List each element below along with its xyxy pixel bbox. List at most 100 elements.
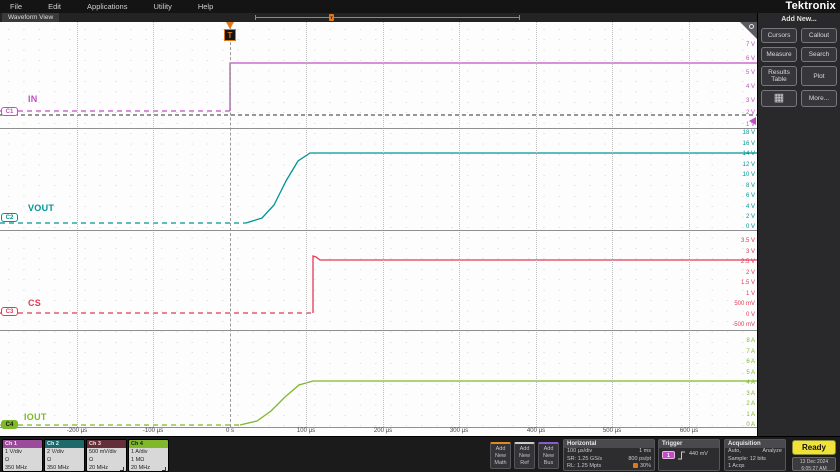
axis-tick-label-cs: 1.5 V — [740, 280, 755, 286]
axis-tick-label-cs: 2 V — [745, 269, 755, 276]
trigger-panel[interactable]: Trigger 1 440 mV — [658, 439, 720, 471]
waveform-trace-c1[interactable] — [229, 62, 757, 111]
time-gridline — [689, 22, 690, 427]
ch2-name: Ch 2 — [45, 440, 84, 448]
time-tick-label: 400 µs — [526, 428, 546, 434]
ch1-bandwidth: 350 MHz — [5, 465, 28, 471]
axis-tick-label-in: 7 V — [745, 42, 755, 48]
sample-rate: SR: 1.25 GS/s — [567, 455, 603, 462]
trigger-position-flag[interactable]: T — [224, 29, 236, 41]
menu-applications[interactable]: Applications — [87, 2, 127, 11]
axis-tick-label-iout: 2 A — [746, 401, 755, 407]
trigger-level-arrow-icon[interactable] — [749, 117, 756, 125]
horizontal-panel[interactable]: Horizontal 100 µs/div 1 ms SR: 1.25 GS/s 8… — [563, 439, 655, 471]
probe-icon — [162, 467, 166, 471]
probe-icon — [120, 467, 124, 471]
time-tick-label: 600 µs — [679, 428, 699, 434]
axis-tick-label-vout: 10 V — [742, 172, 755, 178]
waveform-graticule: -200 µs -100 µs 0 s 100 µs 200 µs 300 µs 400 µ… — [0, 22, 757, 436]
ch4-impedance: 1 MΩ — [131, 457, 145, 463]
search-button[interactable]: Search — [801, 47, 837, 62]
time-tick-label: -100 µs — [142, 428, 164, 434]
menu-help[interactable]: Help — [198, 2, 213, 11]
minimap-left-cap — [255, 15, 256, 20]
measure-button[interactable]: Measure — [761, 47, 797, 62]
waveform-trace-c3[interactable] — [312, 255, 757, 313]
axis-tick-label-vout: 4 V — [745, 203, 755, 210]
horizontal-scale: 100 µs/div — [567, 448, 593, 454]
axis-tick-label-in: 4 V — [745, 84, 755, 90]
tab-waveform-view[interactable]: Waveform View — [2, 13, 60, 22]
time-gridline — [77, 22, 78, 427]
minimap-trigger-marker[interactable]: T — [329, 14, 334, 21]
ch1-scale: 1 V/div — [5, 449, 22, 455]
rising-edge-icon — [678, 451, 686, 464]
trigger-position-arrow-icon — [226, 22, 234, 29]
axis-tick-label-vout: 18 V — [742, 130, 755, 136]
time-tick-label: -200 µs — [66, 428, 88, 434]
axis-tick-label-iout: 1 A — [746, 411, 755, 418]
cursors-button[interactable]: Cursors — [761, 28, 797, 43]
ch2-bandwidth: 350 MHz — [47, 465, 70, 471]
time-tick-label: 500 µs — [602, 428, 622, 434]
axis-tick-label-iout: 7 A — [746, 348, 755, 355]
channel-badge-ch4[interactable]: Ch 4 1 A/div 1 MΩ 20 MHz — [128, 439, 169, 472]
side-panel: Add New... Cursors Callout Measure Searc… — [757, 13, 840, 436]
acquisition-title: Acquisition — [725, 440, 785, 448]
channel-position-badge-c1[interactable]: C1 — [1, 107, 18, 116]
channel-position-badge-c2[interactable]: C2 — [1, 213, 18, 222]
trigger-source-chip: 1 — [662, 451, 675, 459]
time-gridline — [153, 22, 154, 427]
acq-count: 1 Acqs — [728, 463, 745, 469]
add-new-title: Add New... — [781, 16, 817, 23]
axis-tick-label-vout: 12 V — [742, 161, 755, 168]
axis-tick-label-cs: 500 mV — [734, 301, 755, 307]
axis-tick-label-in: 2 V — [745, 110, 755, 116]
add-new-bus-button[interactable]: Add New Bus — [538, 442, 559, 469]
waveform-label-iout: IOUT — [24, 412, 47, 422]
acquisition-panel[interactable]: Acquisition Auto, Analyze Sample: 12 bits… — [724, 439, 786, 471]
plot-button[interactable]: Plot — [801, 66, 837, 86]
time-tick-label: 100 µs — [296, 428, 316, 434]
ch2-scale: 2 V/div — [47, 449, 64, 455]
time-gridline — [612, 22, 613, 427]
add-new-math-button[interactable]: Add New Math — [490, 442, 511, 469]
add-new-ref-button[interactable]: Add New Ref — [514, 442, 535, 469]
axis-tick-label-in: 5 V — [745, 70, 755, 76]
menu-file[interactable]: File — [10, 2, 22, 11]
time-gridline — [306, 22, 307, 427]
waveform-label-vout: VOUT — [28, 203, 55, 213]
qr-code-button[interactable]: ▦ — [761, 90, 797, 107]
callout-button[interactable]: Callout — [801, 28, 837, 43]
axis-tick-label-iout: 0 A — [746, 422, 755, 428]
status-bar: Ch 1 1 V/div Ω 350 MHz Ch 2 2 V/div Ω 35… — [0, 436, 840, 472]
horizontal-title: Horizontal — [564, 440, 654, 448]
menu-edit[interactable]: Edit — [48, 2, 61, 11]
ch1-coupling: Ω — [5, 457, 10, 463]
slice-separator — [0, 330, 757, 331]
channel-position-badge-c3[interactable]: C3 — [1, 307, 18, 316]
menu-utility[interactable]: Utility — [153, 2, 171, 11]
axis-tick-label-cs: -500 mV — [732, 322, 755, 328]
channel-position-badge-c4[interactable]: C4 — [1, 420, 18, 429]
channel-badge-ch3[interactable]: Ch 3 500 mV/div Ω 20 MHz — [86, 439, 127, 472]
results-table-button[interactable]: Results Table — [761, 66, 797, 86]
time-gridline — [459, 22, 460, 427]
axis-tick-label-vout: 2 V — [745, 214, 755, 220]
horizontal-window: 1 ms — [639, 448, 651, 454]
axis-tick-label-vout: 14 V — [742, 151, 755, 157]
waveform-trace-c2[interactable] — [245, 152, 757, 224]
more-button[interactable]: More... — [801, 90, 837, 107]
record-length: RL: 1.25 Mpts — [567, 463, 602, 469]
time-tick-label: 0 s — [225, 428, 235, 434]
waveform-label-in: IN — [28, 94, 38, 104]
time-gridline — [536, 22, 537, 427]
acq-analyze: Analyze — [762, 448, 782, 454]
oscilloscope-screen: File Edit Applications Utility Help Tekt… — [0, 0, 840, 472]
channel-badge-ch2[interactable]: Ch 2 2 V/div Ω 350 MHz — [44, 439, 85, 472]
horizontal-pan-minimap[interactable]: T — [255, 14, 520, 21]
axis-tick-label-iout: 3 A — [746, 390, 755, 397]
waveform-trace-c4[interactable] — [239, 380, 757, 426]
ready-status-button[interactable]: Ready — [792, 440, 836, 455]
channel-badge-ch1[interactable]: Ch 1 1 V/div Ω 350 MHz — [2, 439, 43, 472]
